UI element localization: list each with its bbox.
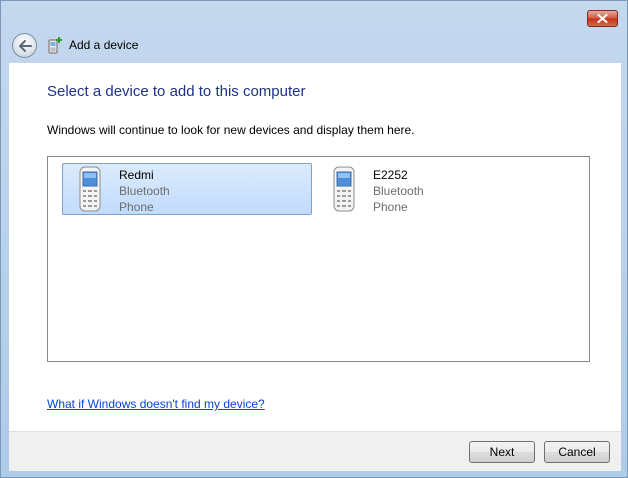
- window-title: Add a device: [69, 38, 139, 52]
- device-connection: Bluetooth: [119, 184, 170, 198]
- device-list[interactable]: Redmi Bluetooth Phone E2252 Bluetooth Ph…: [47, 156, 590, 362]
- back-arrow-icon: [18, 39, 32, 52]
- device-category: Phone: [373, 200, 408, 214]
- mobile-phone-icon: [79, 166, 101, 212]
- help-link[interactable]: What if Windows doesn't find my device?: [47, 397, 265, 411]
- next-button[interactable]: Next: [469, 441, 535, 463]
- device-name: E2252: [373, 168, 408, 182]
- close-button[interactable]: [587, 10, 618, 27]
- device-connection: Bluetooth: [373, 184, 424, 198]
- page-description: Windows will continue to look for new de…: [47, 123, 415, 137]
- cancel-button[interactable]: Cancel: [544, 441, 610, 463]
- close-icon: [597, 14, 608, 23]
- page-heading: Select a device to add to this computer: [47, 83, 306, 100]
- device-item-e2252[interactable]: E2252 Bluetooth Phone: [316, 163, 566, 215]
- mobile-phone-icon: [333, 166, 355, 212]
- device-category: Phone: [119, 200, 154, 214]
- add-device-window: Add a device Select a device to add to t…: [0, 0, 628, 478]
- add-device-icon: [48, 37, 62, 54]
- device-item-redmi[interactable]: Redmi Bluetooth Phone: [62, 163, 312, 215]
- back-button[interactable]: [12, 33, 37, 58]
- device-name: Redmi: [119, 168, 154, 182]
- footer-bar: Next Cancel: [9, 431, 621, 471]
- content-panel: Select a device to add to this computer …: [9, 63, 621, 431]
